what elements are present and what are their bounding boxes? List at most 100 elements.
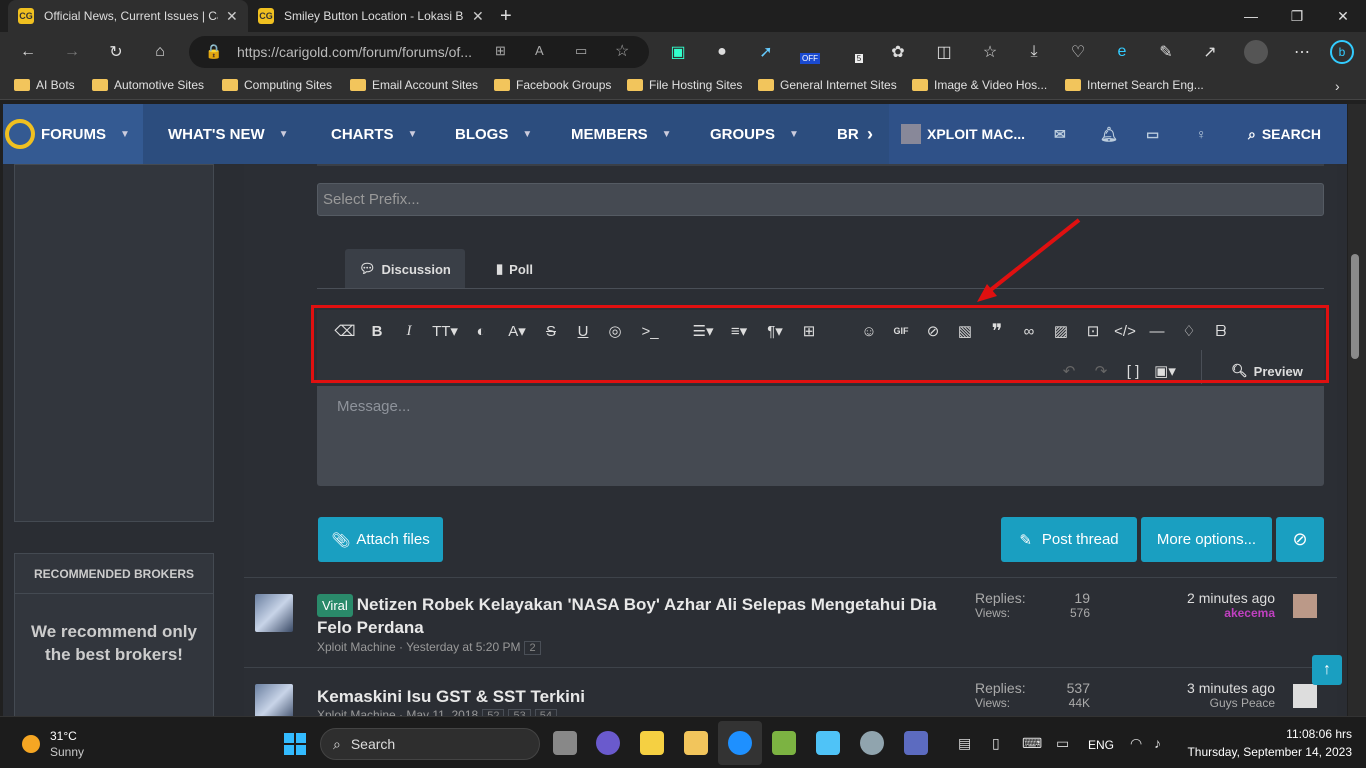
cancel-button[interactable]: ⊘ xyxy=(1276,517,1324,562)
screen-icon[interactable]: ▭ xyxy=(1056,735,1069,752)
close-tab-icon[interactable]: ✕ xyxy=(472,8,484,25)
file-explorer-icon[interactable] xyxy=(684,731,708,755)
settings-more-icon[interactable]: ⋯ xyxy=(1290,40,1314,64)
close-window-icon[interactable]: ✕ xyxy=(1320,0,1366,32)
post-thread-button[interactable]: ✎ Post thread xyxy=(1001,517,1137,562)
counter-extension-icon[interactable]: 5 xyxy=(842,40,866,64)
nav-user-menu[interactable]: XPLOIT MAC... xyxy=(901,104,1025,164)
back-icon[interactable]: ← xyxy=(16,40,40,64)
collections-icon[interactable]: ▣ xyxy=(666,40,690,64)
apps-icon[interactable]: ⊞ xyxy=(495,43,506,59)
nav-members[interactable]: MEMBERS ▼ xyxy=(571,104,672,164)
taskbar-search[interactable]: ⌕ Search xyxy=(320,728,540,760)
keyboard-icon[interactable]: ⌨ xyxy=(1022,735,1042,752)
nav-blogs[interactable]: BLOGS ▼ xyxy=(455,104,532,164)
adblock-extension-icon[interactable]: OFF xyxy=(798,40,822,64)
attach-files-button[interactable]: 📎︎ Attach files xyxy=(318,517,443,562)
alerts-bell-icon[interactable]: 🔔︎ xyxy=(1100,104,1118,164)
clock-time[interactable]: 11:08:06 hrs xyxy=(1180,727,1352,741)
chat-icon[interactable] xyxy=(596,731,620,755)
bookmark-facebook[interactable]: Facebook Groups xyxy=(494,78,611,92)
minimize-icon[interactable]: — xyxy=(1228,0,1274,32)
inbox-icon[interactable]: ✉ xyxy=(1054,104,1066,164)
prefix-select[interactable]: Select Prefix... xyxy=(317,183,1324,216)
notepad-plus-icon[interactable] xyxy=(772,731,796,755)
search-button[interactable]: ⌕ SEARCH xyxy=(1248,104,1321,164)
windows-start-icon[interactable] xyxy=(284,733,306,755)
bookmark-computing[interactable]: Computing Sites xyxy=(222,78,332,92)
bookmark-automotive[interactable]: Automotive Sites xyxy=(92,78,204,92)
last-post[interactable]: 3 minutes ago Guys Peace xyxy=(1134,680,1275,710)
lightbulb-icon[interactable]: ♀ xyxy=(1196,104,1207,164)
extension-icon[interactable]: ● xyxy=(710,40,734,64)
thread-row[interactable]: Kemaskini Isu GST & SST Terkini Xploit M… xyxy=(244,667,1337,716)
tray-app-icon[interactable]: ▤ xyxy=(958,735,971,752)
new-tab-icon[interactable]: + xyxy=(490,0,522,32)
thread-row[interactable]: Viral Netizen Robek Kelayakan 'NASA Boy' … xyxy=(244,577,1337,667)
last-post[interactable]: 2 minutes ago akecema xyxy=(1134,590,1275,620)
profile-avatar[interactable] xyxy=(1244,40,1268,64)
close-tab-icon[interactable]: ✕ xyxy=(226,8,238,25)
nav-whats-new[interactable]: WHAT'S NEW ▼ xyxy=(168,104,289,164)
favorite-star-icon[interactable]: ☆ xyxy=(615,41,629,61)
tab-discussion[interactable]: 💬︎ Discussion xyxy=(345,249,465,289)
read-aloud-icon[interactable]: A xyxy=(535,43,544,58)
page-link[interactable]: 53 xyxy=(508,709,531,716)
usb-icon[interactable]: ▯ xyxy=(992,735,1000,752)
performance-icon[interactable]: ♡ xyxy=(1066,40,1090,64)
nav-brokers[interactable]: BR xyxy=(837,104,863,164)
wifi-icon[interactable]: ◠ xyxy=(1130,735,1142,752)
favorites-icon[interactable]: ☆ xyxy=(978,40,1002,64)
edge-taskbar-icon[interactable] xyxy=(728,731,752,755)
forward-icon[interactable]: → xyxy=(60,40,84,64)
bookmark-image-video[interactable]: Image & Video Hos... xyxy=(912,78,1047,92)
address-bar[interactable]: 🔒 https://carigold.com/forum/forums/of..… xyxy=(189,36,649,68)
last-user[interactable]: akecema xyxy=(1134,606,1275,620)
sun-weather-icon[interactable] xyxy=(22,735,40,753)
nav-forums[interactable]: FORUMS ▼ xyxy=(3,104,143,164)
tab-poll[interactable]: ▮ Poll xyxy=(482,249,547,289)
home-icon[interactable]: ⌂ xyxy=(148,40,172,64)
cursor-extension-icon[interactable]: ➚ xyxy=(754,40,778,64)
clock-date[interactable]: Thursday, September 14, 2023 xyxy=(1180,745,1352,759)
share-icon[interactable]: ↗ xyxy=(1198,40,1222,64)
page-link[interactable]: 54 xyxy=(534,709,557,716)
chevron-right-icon[interactable]: › xyxy=(1335,78,1340,94)
app-icon[interactable] xyxy=(904,731,928,755)
volume-icon[interactable]: ♪ xyxy=(1154,735,1161,751)
money-icon[interactable]: ▭ xyxy=(1146,104,1159,164)
weather-text[interactable]: Sunny xyxy=(50,745,84,759)
language-indicator[interactable]: ENG xyxy=(1088,738,1114,752)
bing-copilot-icon[interactable]: b xyxy=(1330,40,1354,64)
last-user[interactable]: Guys Peace xyxy=(1134,696,1275,710)
settings-gear-icon[interactable] xyxy=(860,731,884,755)
refresh-icon[interactable]: ↻ xyxy=(104,40,128,64)
downloads-icon[interactable]: ⤓ xyxy=(1022,40,1046,64)
edge-icon[interactable]: e xyxy=(1110,40,1134,64)
bookmark-internet-search[interactable]: Internet Search Eng... xyxy=(1065,78,1204,92)
thread-title[interactable]: Kemaskini Isu GST & SST Terkini xyxy=(317,686,937,707)
more-options-button[interactable]: More options... xyxy=(1141,517,1272,562)
bookmark-file-hosting[interactable]: File Hosting Sites xyxy=(627,78,742,92)
bookmark-email[interactable]: Email Account Sites xyxy=(350,78,478,92)
thread-title[interactable]: Viral Netizen Robek Kelayakan 'NASA Boy' … xyxy=(317,594,937,638)
tab-smiley-button[interactable]: CG Smiley Button Location - Lokasi B ✕ xyxy=(248,0,494,32)
page-link[interactable]: 52 xyxy=(482,709,505,716)
task-view-icon[interactable] xyxy=(553,731,577,755)
notepad-icon[interactable] xyxy=(816,731,840,755)
maximize-icon[interactable]: ❐ xyxy=(1274,0,1320,32)
message-input[interactable]: Message... xyxy=(317,386,1324,486)
split-screen-icon[interactable]: ◫ xyxy=(932,40,956,64)
bookmark-ai-bots[interactable]: AI Bots xyxy=(14,78,75,92)
bookmark-general-internet[interactable]: General Internet Sites xyxy=(758,78,897,92)
store-icon[interactable] xyxy=(640,731,664,755)
page-scrollbar[interactable] xyxy=(1348,104,1366,716)
reader-view-icon[interactable]: ▭ xyxy=(575,43,587,59)
tab-official-news[interactable]: CG Official News, Current Issues | Ca ✕ xyxy=(8,0,248,32)
nav-charts[interactable]: CHARTS ▼ xyxy=(331,104,417,164)
nav-groups[interactable]: GROUPS ▼ xyxy=(710,104,799,164)
scroll-to-top-button[interactable]: ↑ xyxy=(1312,655,1342,685)
scrollbar-thumb[interactable] xyxy=(1351,254,1359,359)
web-capture-icon[interactable]: ✎ xyxy=(1154,40,1178,64)
puzzle-extensions-icon[interactable]: ✿ xyxy=(886,40,910,64)
